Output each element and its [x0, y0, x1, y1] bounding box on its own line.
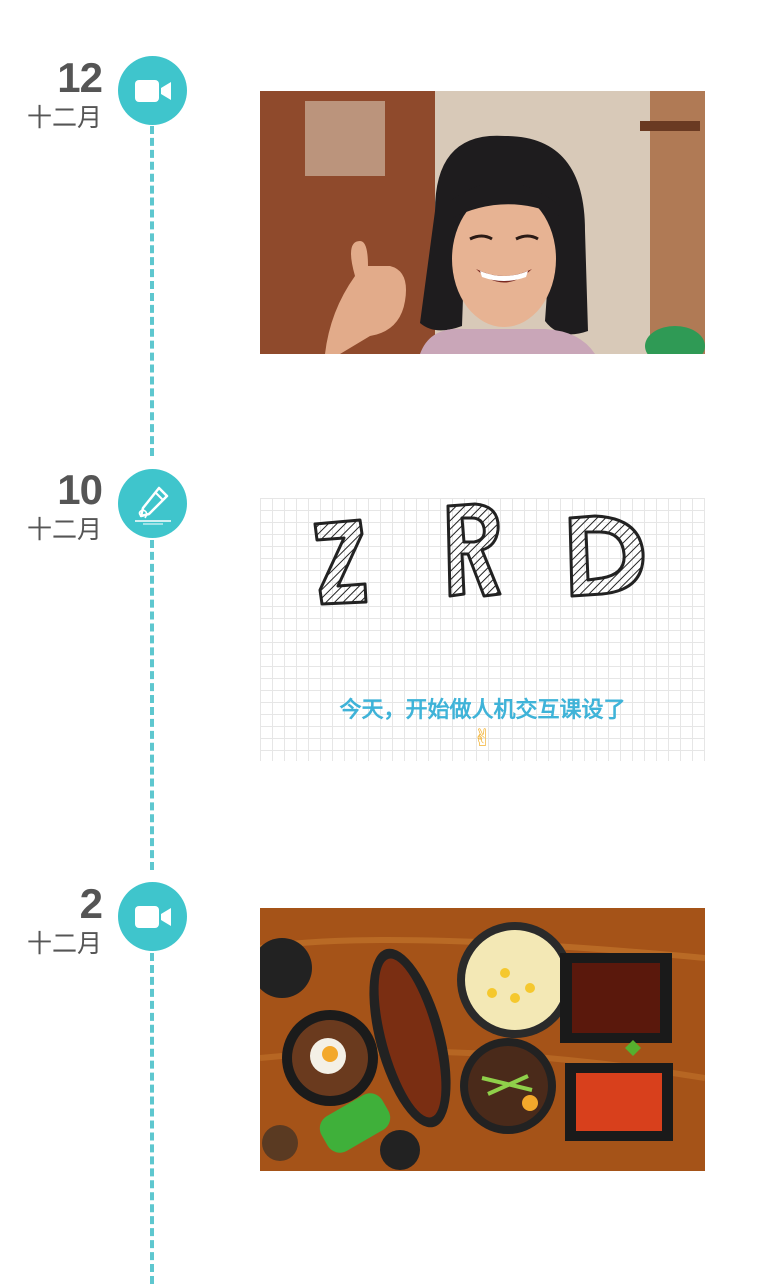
- entry-month: 十二月: [26, 930, 102, 958]
- video-camera-icon[interactable]: [118, 882, 187, 951]
- entry-day: 12: [57, 54, 103, 101]
- pen-writing-icon[interactable]: [118, 469, 187, 538]
- victory-hand-icon: ✌: [472, 725, 493, 752]
- timeline-line-2: [150, 540, 154, 870]
- entry-day: 2: [79, 880, 103, 927]
- timeline-line-1: [150, 126, 154, 456]
- photo-card[interactable]: [260, 91, 705, 354]
- entry-month: 十二月: [26, 104, 102, 132]
- card-caption: 今天，开始做人机交互课设了 ✌: [260, 696, 705, 754]
- entry-month: 十二月: [26, 516, 102, 544]
- photo-card[interactable]: [260, 908, 705, 1171]
- timeline-line-3: [150, 953, 154, 1284]
- zrd-letters: [313, 502, 645, 606]
- video-camera-icon[interactable]: [118, 56, 187, 125]
- text-graphic-card[interactable]: 今天，开始做人机交互课设了 ✌: [260, 498, 705, 761]
- entry-day: 10: [57, 466, 103, 513]
- caption-text: 今天，开始做人机交互课设了: [339, 697, 626, 722]
